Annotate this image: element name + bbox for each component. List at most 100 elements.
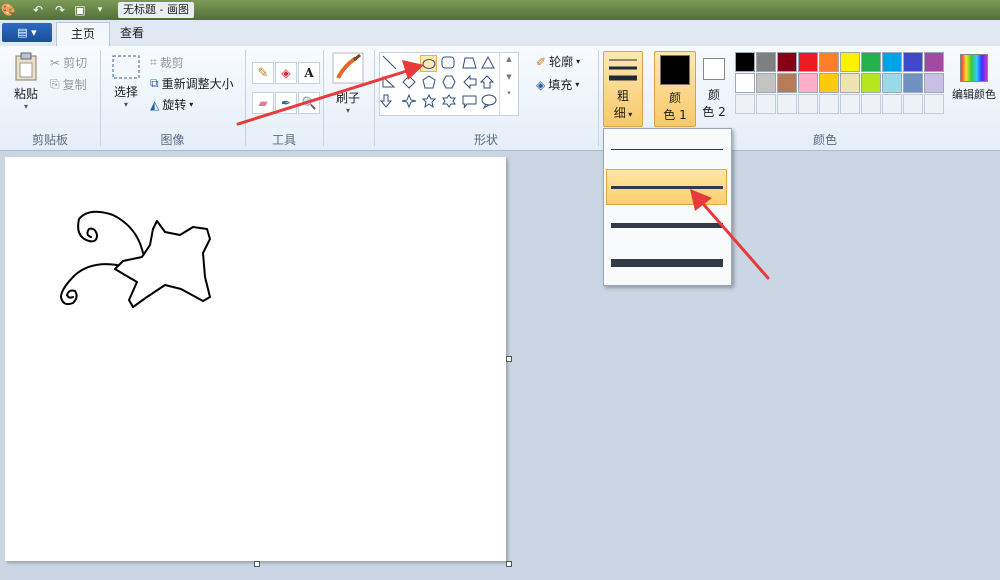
outline-button[interactable]: ✐ 轮廓 ▾ [536,53,580,70]
custom-color-slot[interactable] [777,94,797,114]
size-option[interactable] [606,169,727,205]
size-label-line1: 粗 [616,89,629,103]
palette-color-swatch[interactable] [903,52,923,72]
size-dropdown-icon: ▾ [625,110,633,119]
outline-label: 轮廓 [549,55,574,69]
shapes-grid [380,55,497,110]
eraser-tool[interactable]: ▰ [252,92,274,114]
custom-color-slot[interactable] [756,94,776,114]
size-option[interactable] [606,131,727,167]
copy-button[interactable]: ⎘ 复制 [50,76,87,93]
size-option-line [610,222,723,228]
palette-color-swatch[interactable] [798,52,818,72]
tools-group-label: 工具 [271,133,296,147]
scroll-down-icon[interactable]: ▼ [500,73,518,81]
color1-label-line1: 颜 [668,91,681,105]
text-tool[interactable]: A [298,62,320,84]
tab-view[interactable]: 查看 [106,22,158,45]
brushes-dropdown-icon: ▾ [345,106,350,115]
resize-button[interactable]: ⧉ 重新调整大小 [150,75,234,92]
custom-color-slot[interactable] [903,94,923,114]
cut-button[interactable]: ✂ 剪切 [50,54,87,71]
drawing-canvas[interactable] [5,157,506,561]
save-icon[interactable]: ▣ [72,2,88,18]
palette-color-swatch[interactable] [798,73,818,93]
color2-button[interactable]: 颜 色 2 [698,51,730,125]
color1-button[interactable]: 颜 色 1 [654,51,696,127]
redo-icon[interactable]: ↷ [52,2,68,18]
color-picker-icon: ✒ [280,96,292,110]
fill-button[interactable]: ◈ 填充 ▾ [536,76,579,93]
palette-color-swatch[interactable] [756,73,776,93]
color-picker-tool[interactable]: ✒ [275,92,297,114]
edit-colors-label: 编辑颜色 [952,88,996,101]
ribbon: 粘贴 ▾ ✂ 剪切 ⎘ 复制 剪贴板 选择 ▾ ⌗ 裁剪 ⧉ 重新调整大小 ◭ … [0,46,1000,151]
custom-color-slot[interactable] [819,94,839,114]
resize-handle-right[interactable] [506,356,512,362]
palette-color-swatch[interactable] [735,52,755,72]
palette-color-swatch[interactable] [924,52,944,72]
resize-handle-bottom[interactable] [254,561,260,567]
scroll-up-icon[interactable]: ▲ [500,55,518,63]
rotate-button[interactable]: ◭ 旋转 ▾ [150,96,193,113]
custom-color-slot[interactable] [840,94,860,114]
palette-color-swatch[interactable] [735,73,755,93]
brushes-button[interactable]: 刷子 ▾ [330,52,366,115]
application-menu-button[interactable]: ▤ ▾ [2,23,52,42]
palette-color-swatch[interactable] [756,52,776,72]
palette-color-swatch[interactable] [903,73,923,93]
palette-color-swatch[interactable] [882,73,902,93]
ribbon-tabs: ▤ ▾ 主页 查看 [0,20,1000,47]
palette-color-swatch[interactable] [882,52,902,72]
palette-color-swatch[interactable] [840,52,860,72]
palette-color-swatch[interactable] [777,52,797,72]
palette-color-swatch[interactable] [840,73,860,93]
palette-color-swatch[interactable] [819,73,839,93]
window-title: 无标题 - 画图 [118,2,194,18]
resize-handle-corner[interactable] [506,561,512,567]
copy-label: 复制 [62,78,87,92]
brush-icon [332,52,364,84]
select-button[interactable]: 选择 ▾ [106,54,146,109]
pencil-tool[interactable]: ✎ [252,62,274,84]
expand-gallery-icon[interactable]: ▾ [500,89,518,97]
magnifier-icon: 🔍 [301,96,317,110]
tab-home[interactable]: 主页 [56,22,111,46]
select-dropdown-icon: ▾ [123,100,128,109]
crop-label: 裁剪 [159,56,184,70]
custom-color-slot[interactable] [735,94,755,114]
custom-color-slot[interactable] [924,94,944,114]
customize-toolbar-icon[interactable]: ▾ [92,2,108,18]
custom-color-slot[interactable] [798,94,818,114]
size-option[interactable] [606,207,727,243]
size-button[interactable]: 粗 细 ▾ [603,51,643,127]
paint-bucket-icon: ◈ [281,66,291,80]
fill-tool[interactable]: ◈ [275,62,297,84]
palette-color-swatch[interactable] [777,73,797,93]
palette-color-swatch[interactable] [861,73,881,93]
custom-color-slot[interactable] [882,94,902,114]
select-label: 选择 [113,85,138,99]
color-spectrum-icon [960,54,988,82]
paste-button[interactable]: 粘贴 ▾ [8,52,44,111]
palette-color-swatch[interactable] [819,52,839,72]
size-option-line [610,259,723,267]
edit-colors-button[interactable]: 编辑颜色 [949,52,999,102]
title-bar: 🎨 ↶ ↷ ▣ ▾ 无标题 - 画图 [0,0,1000,20]
undo-icon[interactable]: ↶ [30,2,46,18]
size-dropdown-menu [603,128,732,286]
palette-color-swatch[interactable] [861,52,881,72]
palette-color-swatch[interactable] [924,73,944,93]
magnifier-tool[interactable]: 🔍 [298,92,320,114]
color1-swatch [660,55,690,85]
shapes-scrollbar[interactable]: ▲ ▼ ▾ [499,53,518,115]
paste-icon [15,52,37,81]
fill-icon: ◈ [536,77,546,92]
size-option[interactable] [606,245,727,281]
custom-color-slot[interactable] [861,94,881,114]
fill-dropdown-icon: ▾ [575,80,580,89]
paint-app-icon[interactable]: 🎨 [0,2,16,18]
crop-button[interactable]: ⌗ 裁剪 [150,54,184,71]
shape-ellipse[interactable] [420,55,437,72]
paste-dropdown-icon: ▾ [23,102,28,111]
